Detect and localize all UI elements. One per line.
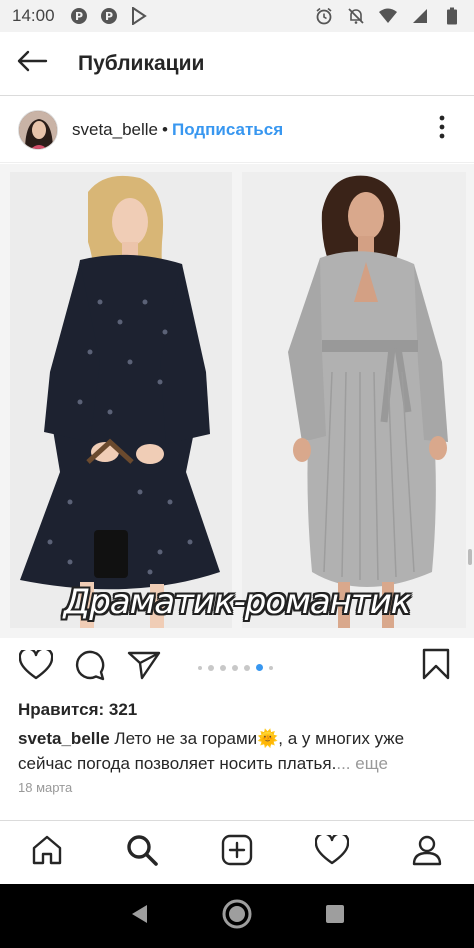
- post-header: sveta_belle • Подписаться: [0, 97, 474, 163]
- signal-icon: [410, 6, 430, 26]
- post-username[interactable]: sveta_belle: [72, 120, 158, 140]
- home-circle-icon: [221, 898, 253, 935]
- photo-dark-dress: [10, 172, 232, 628]
- nav-home-button[interactable]: [25, 831, 69, 875]
- follow-button[interactable]: Подписаться: [172, 120, 283, 140]
- carousel-dot: [232, 664, 238, 671]
- alarm-icon: [314, 6, 334, 26]
- carousel-dot: [220, 664, 226, 671]
- system-back-button[interactable]: [119, 896, 159, 936]
- photo-grey-dress: [242, 172, 466, 628]
- nav-activity-button[interactable]: [310, 831, 354, 875]
- like-button[interactable]: [16, 646, 56, 687]
- carousel-indicator: [198, 664, 273, 671]
- likes-count[interactable]: Нравится: 321: [18, 700, 137, 720]
- back-triangle-icon: [129, 903, 149, 930]
- more-options-button[interactable]: [430, 115, 454, 145]
- comment-icon: [74, 649, 106, 686]
- nav-profile-button[interactable]: [405, 831, 449, 875]
- system-recents-button[interactable]: [315, 896, 355, 936]
- heart-icon: [18, 646, 54, 685]
- system-home-button[interactable]: [217, 896, 257, 936]
- page-title: Публикации: [78, 51, 205, 75]
- nav-search-button[interactable]: [120, 831, 164, 875]
- carousel-dot-active: [256, 664, 263, 671]
- home-icon: [31, 835, 63, 870]
- avatar[interactable]: [18, 109, 58, 150]
- battery-icon: [442, 6, 462, 26]
- post-image[interactable]: Драматик-романтик: [0, 164, 474, 638]
- mute-icon: [346, 6, 366, 26]
- caption-username[interactable]: sveta_belle: [18, 729, 110, 748]
- bookmark-icon: [422, 648, 450, 685]
- save-button[interactable]: [416, 646, 456, 686]
- more-vertical-icon: [439, 115, 445, 144]
- system-navigation-bar: [0, 884, 474, 948]
- share-button[interactable]: [124, 647, 164, 687]
- wifi-icon: [378, 6, 398, 26]
- status-right-icons: [314, 6, 462, 26]
- send-icon: [127, 650, 161, 685]
- status-bar: 14:00 P P: [0, 0, 474, 32]
- status-left-icons: P P: [69, 6, 149, 26]
- separator-dot: •: [162, 119, 168, 139]
- pinterest-icon: P: [69, 6, 89, 26]
- profile-icon: [412, 834, 442, 871]
- svg-text:P: P: [75, 10, 83, 23]
- recents-square-icon: [324, 903, 346, 930]
- add-post-icon: [221, 834, 253, 871]
- comment-button[interactable]: [70, 647, 110, 687]
- bottom-navigation: [0, 820, 474, 884]
- carousel-dot: [269, 665, 273, 670]
- heart-icon: [314, 832, 350, 870]
- app-header: Публикации: [0, 32, 474, 96]
- pinterest-icon: P: [99, 6, 119, 26]
- arrow-left-icon: [16, 49, 48, 78]
- search-icon: [126, 834, 158, 871]
- svg-text:P: P: [105, 10, 113, 23]
- scroll-indicator: [468, 549, 472, 565]
- carousel-dot: [244, 664, 250, 671]
- image-caption-overlay: Драматик-романтик: [63, 582, 412, 622]
- nav-new-post-button[interactable]: [215, 831, 259, 875]
- back-button[interactable]: [0, 32, 64, 96]
- post-caption: sveta_belle Лето не за горами🌞, а у мног…: [18, 726, 458, 776]
- carousel-dot: [198, 665, 202, 670]
- post-date: 18 марта: [18, 780, 73, 795]
- caption-more-link[interactable]: ... еще: [336, 754, 388, 773]
- play-store-icon: [129, 6, 149, 26]
- carousel-dot: [208, 664, 214, 671]
- status-time: 14:00: [12, 6, 55, 25]
